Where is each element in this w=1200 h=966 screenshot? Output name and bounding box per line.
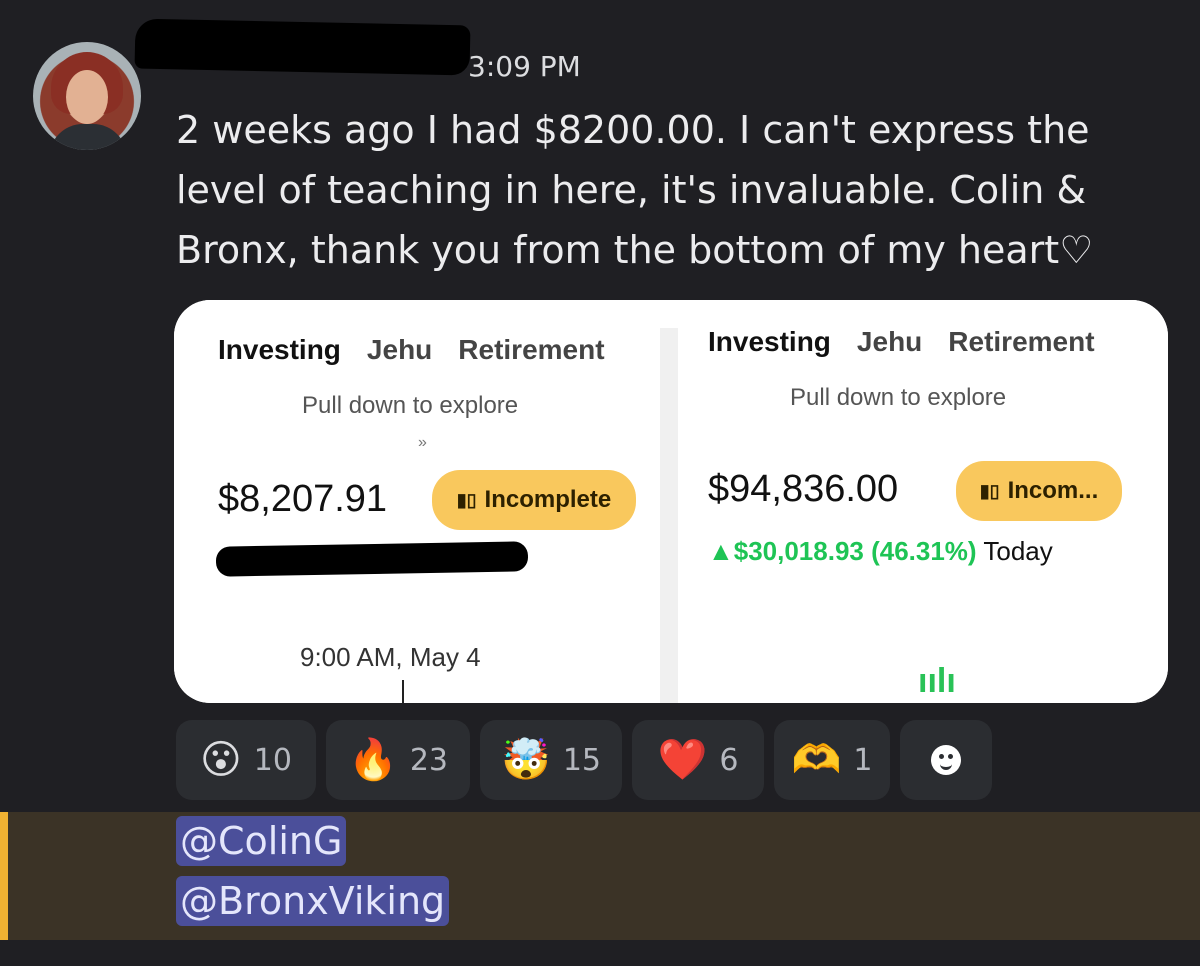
tab-bar: Investing Jehu Retirement xyxy=(218,334,605,366)
chart-sparkline: ıılı xyxy=(918,662,956,700)
gain-amount: ▲$30,018.93 (46.31%) xyxy=(708,536,977,566)
image-attachment[interactable]: Investing Jehu Retirement Pull down to e… xyxy=(174,300,1168,703)
document-icon: ▮▯ xyxy=(456,489,477,510)
screenshot-before: Investing Jehu Retirement Pull down to e… xyxy=(174,300,660,703)
add-reaction-button[interactable] xyxy=(900,720,992,800)
reaction-bar: 😮 10 🔥 23 🤯 15 ❤️ 6 🫶 1 xyxy=(176,720,992,800)
tab-bar: Investing Jehu Retirement xyxy=(708,326,1095,358)
reaction-count: 23 xyxy=(409,742,448,778)
chart-marker xyxy=(402,680,404,703)
tab-investing: Investing xyxy=(708,326,831,357)
mention-bronxviking[interactable]: @BronxViking xyxy=(176,876,450,926)
reaction-count: 15 xyxy=(562,742,601,778)
reaction-fire[interactable]: 🔥 23 xyxy=(326,720,470,800)
pull-hint: Pull down to explore xyxy=(790,384,1007,411)
mention-message: @ColinG @BronxViking xyxy=(0,812,1200,940)
pull-hint: Pull down to explore xyxy=(302,392,519,419)
tab-retirement: Retirement xyxy=(458,334,605,365)
red-heart-icon: ❤️ xyxy=(657,737,708,783)
message-timestamp: 3:09 PM xyxy=(468,50,581,83)
fire-icon: 🔥 xyxy=(348,737,398,783)
reaction-exploding-head[interactable]: 🤯 15 xyxy=(480,720,622,800)
reaction-astonished[interactable]: 😮 10 xyxy=(176,720,316,800)
status-badge: ▮▯ Incomplete xyxy=(432,470,636,530)
avatar-face xyxy=(66,70,108,124)
mention-coling[interactable]: @ColinG xyxy=(176,816,347,866)
reaction-count: 10 xyxy=(253,742,292,778)
user-avatar[interactable] xyxy=(33,42,141,150)
chevron-down-icon: » xyxy=(418,434,427,451)
tab-jehu: Jehu xyxy=(366,334,433,365)
status-badge: ▮▯ Incom... xyxy=(956,461,1122,521)
status-badge-label: Incomplete xyxy=(484,486,612,513)
smiley-add-icon xyxy=(931,745,961,775)
message-text: 2 weeks ago I had $8200.00. I can't expr… xyxy=(176,108,1094,272)
exploding-head-icon: 🤯 xyxy=(501,737,551,783)
astonished-face-icon: 😮 xyxy=(200,737,242,783)
account-balance: $8,207.91 xyxy=(218,478,388,520)
screenshot-gap xyxy=(660,328,678,703)
redaction-bar xyxy=(215,541,529,577)
tab-retirement: Retirement xyxy=(948,326,1095,357)
mention-indicator xyxy=(0,812,8,940)
chart-timestamp: 9:00 AM, May 4 xyxy=(300,642,481,672)
reaction-count: 1 xyxy=(853,742,873,778)
gain-period: Today xyxy=(983,536,1053,566)
avatar-shirt xyxy=(49,124,127,150)
tab-jehu: Jehu xyxy=(856,326,923,357)
tab-investing: Investing xyxy=(218,334,341,365)
daily-gain: ▲$30,018.93 (46.31%) Today xyxy=(708,536,1053,567)
redaction-bar xyxy=(134,18,471,76)
screenshot-after: Investing Jehu Retirement Pull down to e… xyxy=(678,300,1168,703)
status-badge-label: Incom... xyxy=(1007,477,1099,504)
heart-hands-icon: 🫶 xyxy=(791,737,842,783)
reaction-heart-hands[interactable]: 🫶 1 xyxy=(774,720,890,800)
document-icon: ▮▯ xyxy=(979,480,1000,501)
reaction-heart[interactable]: ❤️ 6 xyxy=(632,720,764,800)
reaction-count: 6 xyxy=(719,742,739,778)
account-balance: $94,836.00 xyxy=(708,468,899,510)
